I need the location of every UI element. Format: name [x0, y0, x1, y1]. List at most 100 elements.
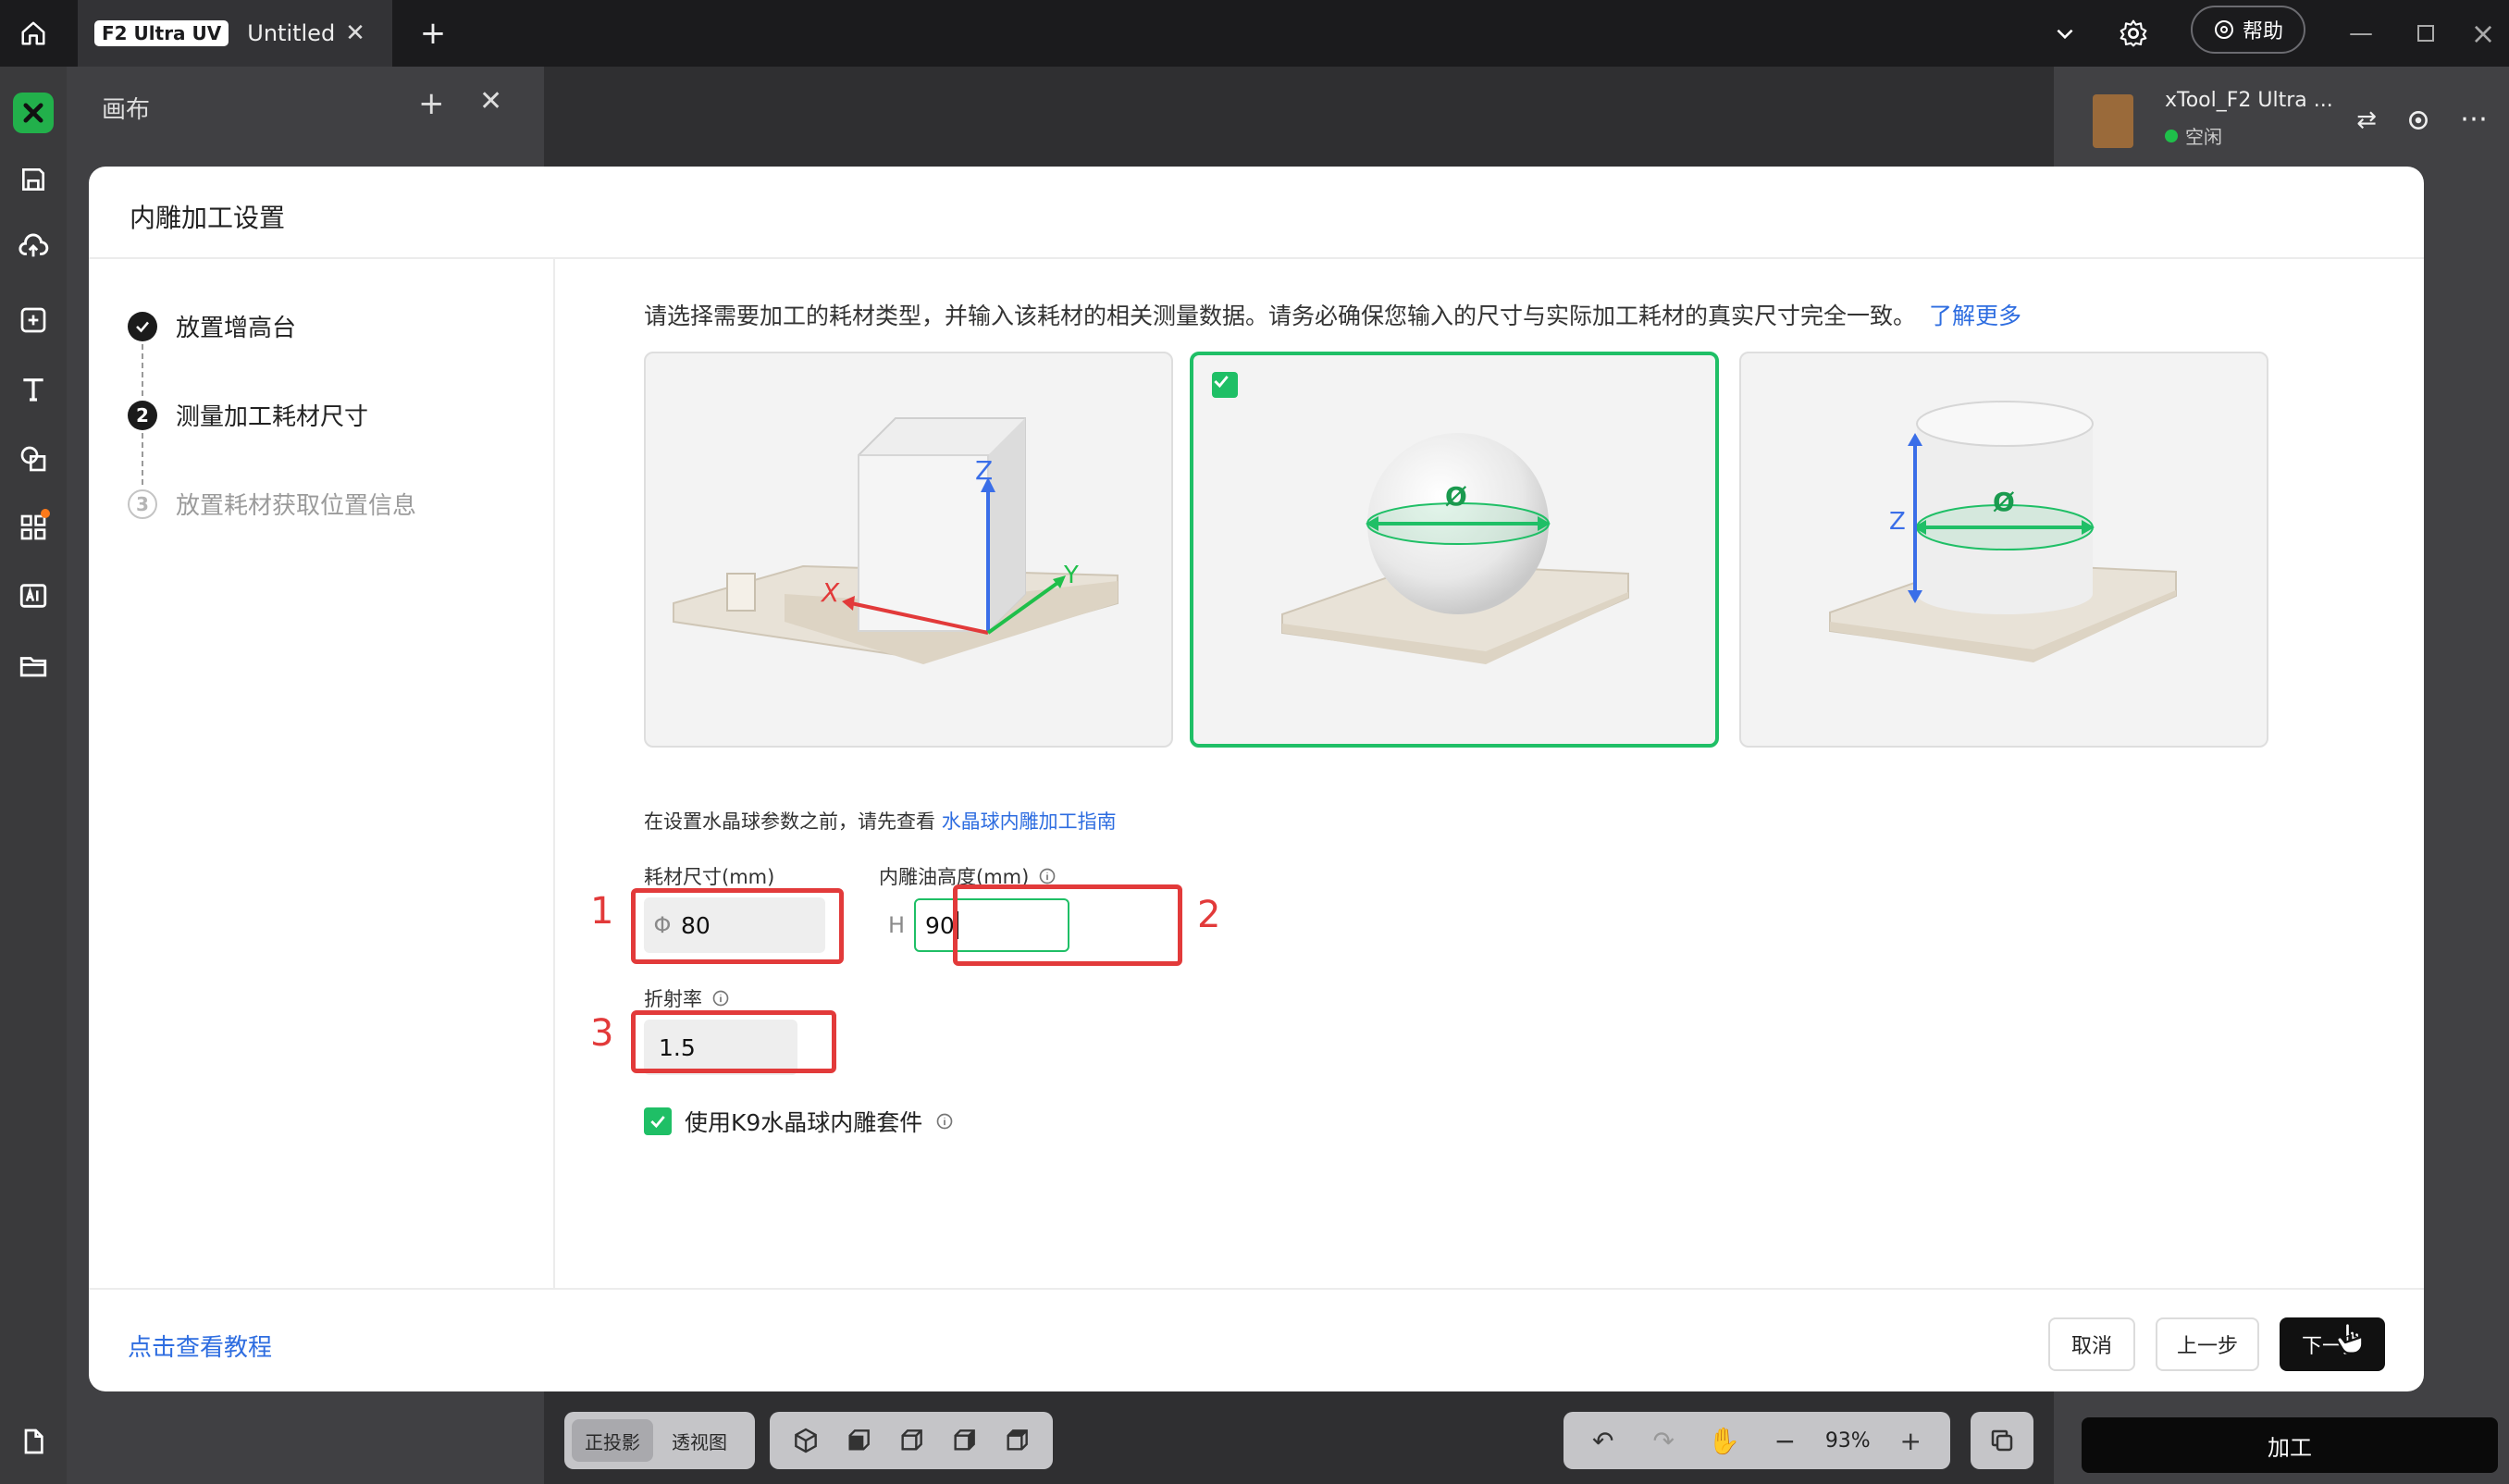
- document-tab[interactable]: F2 Ultra UV Untitled ✕: [78, 0, 392, 67]
- crystal-guide-link[interactable]: 水晶球内雕加工指南: [942, 810, 1117, 833]
- apps-icon[interactable]: [13, 507, 54, 548]
- cancel-button[interactable]: 取消: [2048, 1317, 2135, 1371]
- step-list: 放置增高台 2 测量加工耗材尺寸 3 放置耗材获取位置信息: [89, 259, 555, 1288]
- crystal-guide-text: 在设置水晶球参数之前，请先查看 水晶球内雕加工指南: [644, 807, 1117, 835]
- material-card-sphere[interactable]: Ø: [1190, 352, 1719, 748]
- annotation-number-3: 3: [590, 1012, 614, 1055]
- material-card-cylinder[interactable]: Ø Z: [1739, 352, 2268, 748]
- annotation-box-2: [953, 884, 1182, 966]
- add-tab-button[interactable]: +: [413, 13, 453, 54]
- add-shape-icon[interactable]: [13, 300, 54, 340]
- size-label: 耗材尺寸(mm): [644, 862, 774, 890]
- save-icon[interactable]: [13, 159, 54, 200]
- device-name[interactable]: xTool_F2 Ultra ...: [2165, 89, 2333, 112]
- cube-front-icon[interactable]: [837, 1419, 880, 1462]
- folder-icon[interactable]: [13, 646, 54, 686]
- view-mode-switch: 正投影 透视图: [564, 1412, 755, 1469]
- device-thumbnail: [2093, 94, 2133, 148]
- view-tutorial-link[interactable]: 点击查看教程: [128, 1329, 272, 1363]
- close-tab-icon[interactable]: ✕: [335, 13, 376, 54]
- pan-hand-icon[interactable]: ✋: [1704, 1420, 1745, 1461]
- cube-side-icon[interactable]: [943, 1419, 985, 1462]
- more-icon[interactable]: ⋯: [2453, 102, 2494, 135]
- zoom-in-icon[interactable]: +: [1890, 1420, 1931, 1461]
- learn-more-link[interactable]: 了解更多: [1929, 303, 2021, 329]
- step-connector: [142, 344, 143, 396]
- previous-step-button[interactable]: 上一步: [2156, 1317, 2259, 1371]
- view-angle-bar: [770, 1412, 1053, 1469]
- shapes-icon[interactable]: [13, 439, 54, 479]
- annotation-box-1: [631, 888, 844, 964]
- diameter-label: Ø: [1445, 481, 1467, 512]
- chevron-down-icon[interactable]: [2045, 13, 2085, 54]
- close-panel-button[interactable]: ✕: [479, 85, 502, 117]
- ai-tool-icon[interactable]: [13, 575, 54, 616]
- copy-icon[interactable]: [1971, 1412, 2033, 1469]
- diameter-label: Ø: [1993, 487, 2015, 517]
- zoom-bar: ↶ ↷ ✋ − 93% +: [1563, 1412, 1950, 1469]
- annotation-number-2: 2: [1197, 894, 1221, 936]
- view-perspective[interactable]: 透视图: [659, 1419, 740, 1462]
- process-button[interactable]: 加工: [2082, 1417, 2498, 1473]
- status-dot: [2165, 129, 2178, 142]
- help-button[interactable]: 帮助: [2191, 6, 2305, 54]
- oil-height-value: 90: [925, 911, 955, 939]
- z-axis-label: Z: [1889, 508, 1906, 536]
- home-icon[interactable]: [13, 13, 54, 54]
- info-icon[interactable]: [1038, 867, 1057, 885]
- instruction-text: 请选择需要加工的耗材类型，并输入该耗材的相关测量数据。请务必确保您输入的尺寸与实…: [644, 298, 2021, 331]
- undo-icon[interactable]: ↶: [1583, 1420, 1624, 1461]
- step-number: 2: [128, 400, 157, 430]
- text-tool-icon[interactable]: [13, 368, 54, 409]
- target-icon[interactable]: [2402, 104, 2435, 137]
- add-canvas-button[interactable]: +: [418, 85, 445, 122]
- annotation-box-3: [631, 1010, 836, 1073]
- cloud-upload-icon[interactable]: [13, 226, 54, 266]
- view-orthographic[interactable]: 正投影: [572, 1419, 653, 1462]
- notification-dot: [41, 509, 50, 518]
- cube-3d-icon[interactable]: [785, 1419, 827, 1462]
- switch-device-icon[interactable]: ⇄: [2350, 104, 2383, 137]
- step-label: 放置耗材获取位置信息: [176, 492, 417, 520]
- maximize-icon[interactable]: [2405, 13, 2446, 54]
- step-1: 放置增高台: [128, 309, 296, 343]
- dialog-footer: 点击查看教程 取消 上一步 下一步: [89, 1288, 2424, 1391]
- y-axis-label: Y: [1063, 562, 1079, 589]
- annotation-number-1: 1: [590, 890, 614, 933]
- canvas-panel-title: 画布: [102, 96, 151, 124]
- guide-prefix: 在设置水晶球参数之前，请先查看: [644, 810, 935, 833]
- k9-kit-label: 使用K9水晶球内雕套件: [685, 1109, 923, 1136]
- minimize-icon[interactable]: —: [2341, 13, 2381, 54]
- zoom-level[interactable]: 93%: [1825, 1429, 1871, 1453]
- xtool-logo[interactable]: [13, 93, 54, 133]
- document-icon[interactable]: [13, 1421, 54, 1462]
- cube-top-icon[interactable]: [890, 1419, 933, 1462]
- gear-icon[interactable]: [2111, 11, 2156, 56]
- x-axis-label: X: [820, 577, 840, 608]
- step-number: 3: [128, 488, 157, 519]
- instruction-body: 请选择需要加工的耗材类型，并输入该耗材的相关测量数据。请务必确保您输入的尺寸与实…: [644, 303, 1917, 329]
- step-label: 放置增高台: [176, 315, 297, 342]
- window-close-icon[interactable]: ×: [2463, 13, 2503, 54]
- info-icon[interactable]: [711, 989, 730, 1008]
- step-label: 测量加工耗材尺寸: [176, 403, 369, 431]
- k9-checkbox[interactable]: [644, 1107, 672, 1135]
- title-bar: F2 Ultra UV Untitled ✕ + 帮助 — ×: [0, 0, 2509, 67]
- dialog-header: 内雕加工设置: [89, 167, 2424, 259]
- help-icon: [2214, 20, 2233, 39]
- redo-icon[interactable]: ↷: [1643, 1420, 1684, 1461]
- dialog-title: 内雕加工设置: [130, 203, 286, 233]
- k9-kit-option[interactable]: 使用K9水晶球内雕套件: [644, 1105, 954, 1138]
- material-card-cube[interactable]: Z X Y: [644, 352, 1173, 748]
- refraction-label: 折射率: [644, 984, 730, 1012]
- device-status-label: 空闲: [2185, 126, 2222, 148]
- help-label: 帮助: [2242, 20, 2283, 43]
- device-status: 空闲: [2165, 122, 2222, 149]
- refraction-label-text: 折射率: [644, 988, 702, 1010]
- cube-back-icon[interactable]: [995, 1419, 1038, 1462]
- tool-rail: [0, 67, 67, 1484]
- info-icon[interactable]: [935, 1112, 954, 1131]
- step-3: 3 放置耗材获取位置信息: [128, 487, 416, 521]
- zoom-out-icon[interactable]: −: [1764, 1420, 1805, 1461]
- dialog-content: 请选择需要加工的耗材类型，并输入该耗材的相关测量数据。请务必确保您输入的尺寸与实…: [555, 259, 2424, 1288]
